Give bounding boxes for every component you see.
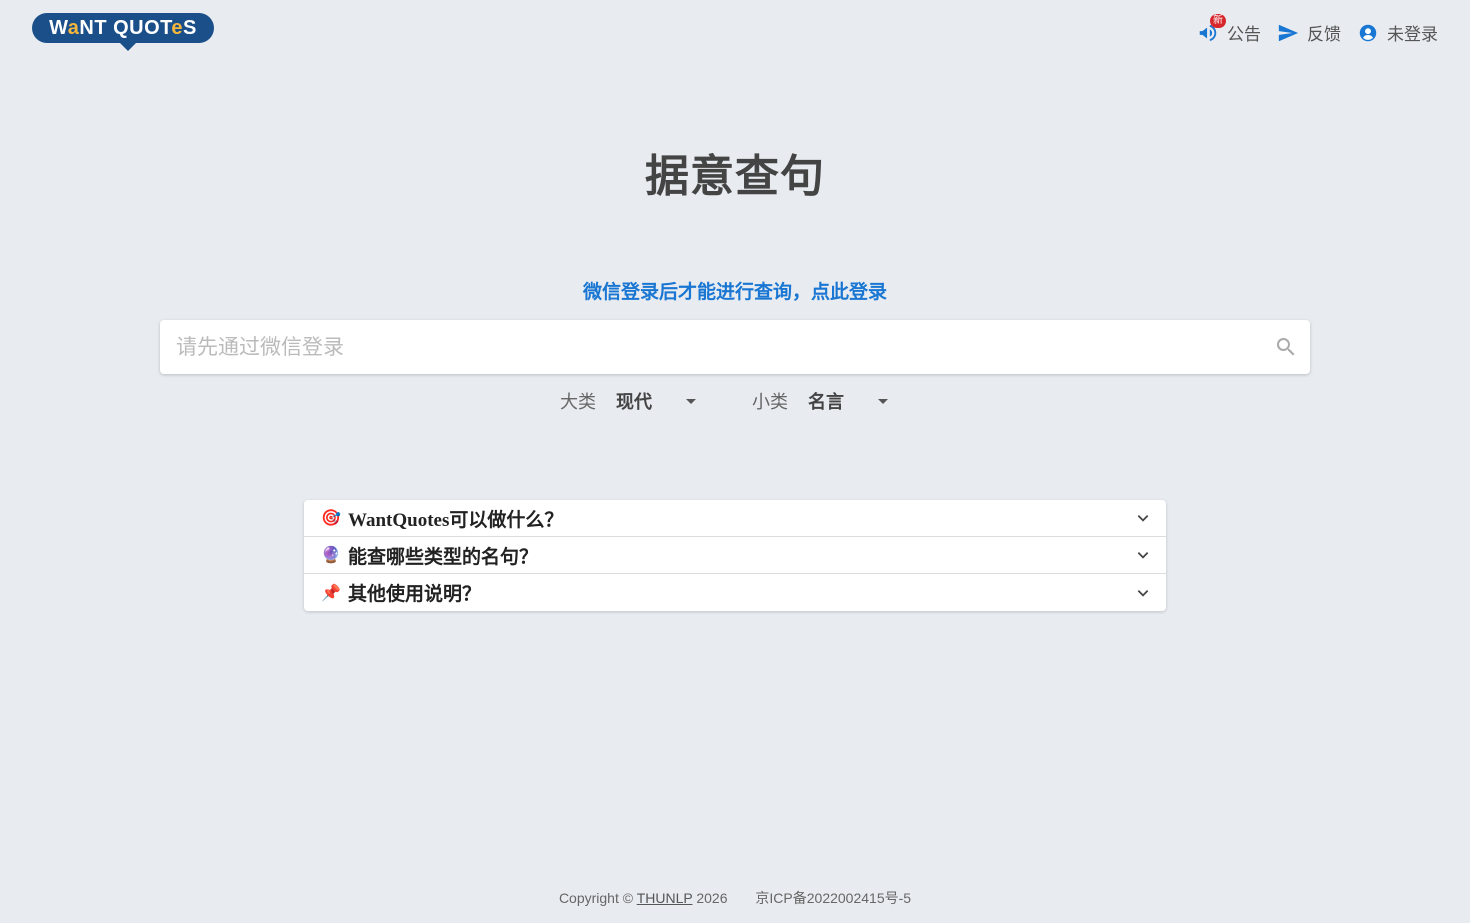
chevron-down-icon bbox=[1137, 515, 1149, 522]
thunlp-link[interactable]: THUNLP bbox=[637, 890, 693, 906]
icp-license[interactable]: 京ICP备2022002415号-5 bbox=[755, 890, 911, 906]
category-select[interactable]: 大类 现代 bbox=[560, 388, 696, 414]
logo[interactable]: WaNT QUOTeS bbox=[32, 13, 214, 53]
filters: 大类 现代 小类 名言 bbox=[560, 388, 888, 414]
caret-down-icon bbox=[878, 398, 888, 404]
search-box bbox=[160, 320, 1310, 376]
faq-title: 其他使用说明？ bbox=[348, 584, 482, 605]
copyright-prefix: Copyright © bbox=[558, 890, 634, 906]
category-value: 现代 bbox=[616, 392, 652, 412]
faq-item-types[interactable]: 🔮 能查哪些类型的名句？ bbox=[304, 537, 1166, 574]
announcement-label: 公告 bbox=[1227, 25, 1261, 44]
faq-title: WantQuotes可以做什么？ bbox=[348, 509, 564, 531]
caret-down-icon bbox=[686, 398, 696, 404]
chevron-down-icon bbox=[1137, 589, 1149, 597]
subcategory-label: 小类 bbox=[752, 392, 788, 412]
user-label: 未登录 bbox=[1387, 25, 1438, 44]
user-button[interactable]: 未登录 bbox=[1357, 20, 1438, 45]
footer: Copyright © THUNLP 2026 京ICP备2022002415号… bbox=[0, 888, 1470, 908]
category-label: 大类 bbox=[560, 392, 596, 412]
top-nav: 新 公告 反馈 未登录 bbox=[1197, 14, 1438, 45]
subcategory-value: 名言 bbox=[808, 392, 844, 412]
chevron-down-icon bbox=[1137, 552, 1149, 559]
account-icon bbox=[1359, 24, 1377, 41]
feedback-label: 反馈 bbox=[1307, 25, 1341, 44]
faq-accordion: 🎯 WantQuotes可以做什么？ 🔮 能查哪些类型的名句？ 📌 其他使用说明… bbox=[304, 500, 1166, 611]
faq-item-other[interactable]: 📌 其他使用说明？ bbox=[304, 574, 1166, 611]
page-title: 据意查句 bbox=[645, 152, 825, 201]
copyright-year: 2026 bbox=[696, 890, 728, 906]
pushpin-icon: 📌 bbox=[321, 584, 341, 602]
login-link[interactable]: 微信登录后才能进行查询，点此登录 bbox=[0, 277, 1470, 304]
faq-title: 能查哪些类型的名句？ bbox=[348, 546, 539, 568]
faq-item-what[interactable]: 🎯 WantQuotes可以做什么？ bbox=[304, 500, 1166, 537]
target-icon: 🎯 bbox=[321, 510, 341, 527]
logo-text: WaNT QUOTeS bbox=[49, 17, 197, 39]
announcement-button[interactable]: 新 公告 bbox=[1197, 14, 1261, 45]
new-badge: 新 bbox=[1210, 14, 1226, 28]
send-icon bbox=[1278, 24, 1299, 41]
feedback-button[interactable]: 反馈 bbox=[1277, 20, 1341, 45]
search-input[interactable] bbox=[174, 320, 1268, 376]
search-icon[interactable] bbox=[1274, 335, 1298, 359]
subcategory-select[interactable]: 小类 名言 bbox=[752, 388, 888, 414]
crystal-ball-icon: 🔮 bbox=[321, 547, 341, 564]
